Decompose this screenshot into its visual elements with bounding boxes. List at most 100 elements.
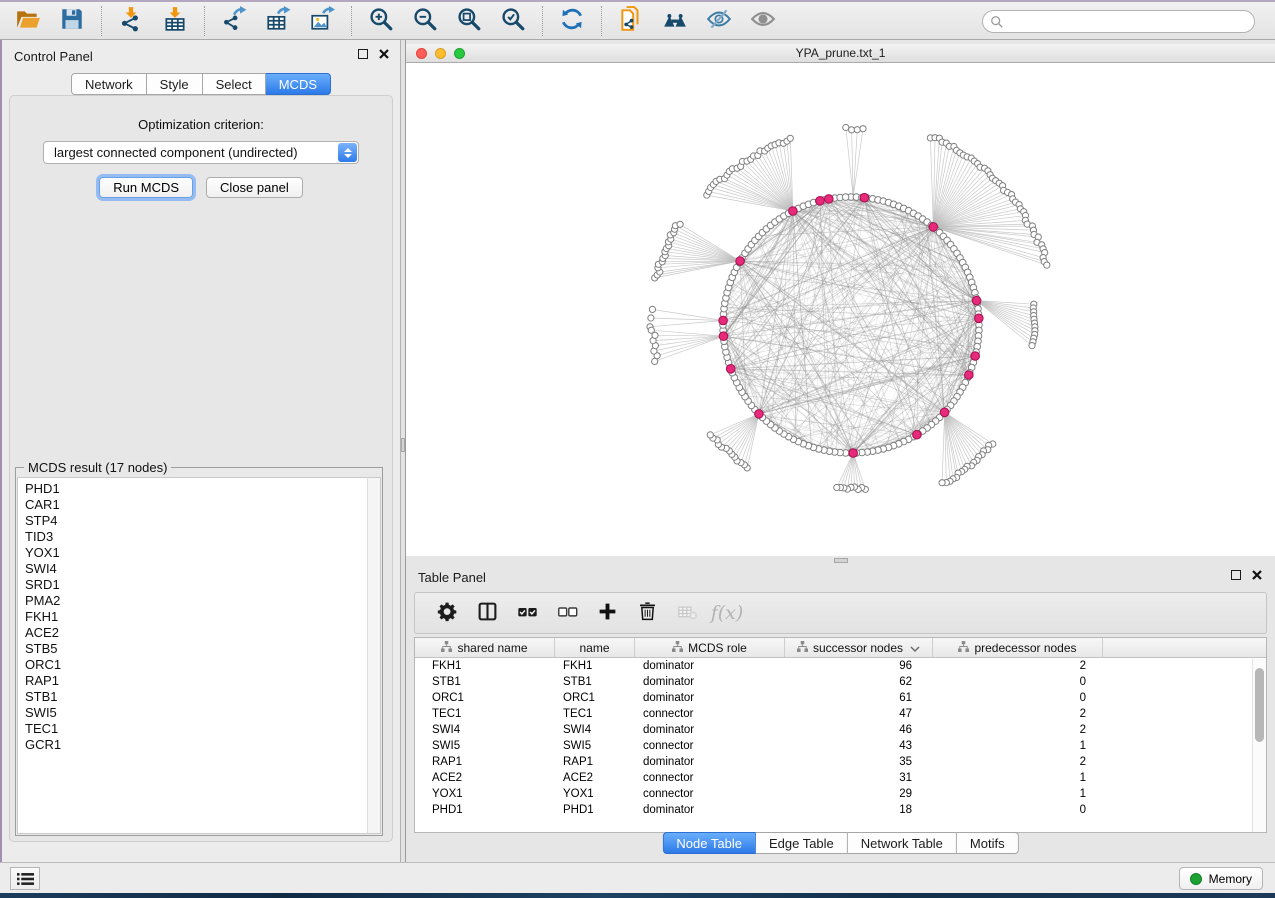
optimization-criterion-select[interactable]: largest connected component (undirected) xyxy=(43,141,359,164)
table-row[interactable]: ORC1ORC1dominator610 xyxy=(415,690,1266,706)
window-minimize-icon[interactable] xyxy=(435,48,446,59)
import-network-button[interactable] xyxy=(115,5,147,37)
network-from-selection-button[interactable] xyxy=(615,5,647,37)
table-row[interactable]: SWI4SWI4dominator462 xyxy=(415,722,1266,738)
mcds-node[interactable] xyxy=(940,408,949,417)
window-close-icon[interactable] xyxy=(416,48,427,59)
network-node[interactable] xyxy=(707,432,713,438)
mcds-result-list[interactable]: PHD1CAR1STP4TID3YOX1SWI4SRD1PMA2FKH1ACE2… xyxy=(17,477,381,834)
mcds-result-item[interactable]: TEC1 xyxy=(25,721,380,737)
network-node[interactable] xyxy=(787,135,793,141)
close-panel-button[interactable] xyxy=(379,49,389,59)
table-row[interactable]: YOX1YOX1connector291 xyxy=(415,786,1266,802)
task-history-button[interactable] xyxy=(10,867,40,890)
divider-grip[interactable] xyxy=(401,438,405,452)
export-image-button[interactable] xyxy=(306,5,338,37)
mcds-result-item[interactable]: SWI4 xyxy=(25,561,380,577)
search-input[interactable] xyxy=(1009,12,1254,31)
column-header-predecessor-nodes[interactable]: predecessor nodes xyxy=(933,638,1103,657)
mcds-result-item[interactable]: STP4 xyxy=(25,513,380,529)
mcds-node[interactable] xyxy=(965,371,974,380)
network-node[interactable] xyxy=(842,194,849,201)
column-header-MCDS-role[interactable]: MCDS role xyxy=(635,638,785,657)
mcds-node[interactable] xyxy=(913,430,922,439)
import-table-button[interactable] xyxy=(159,5,191,37)
mcds-result-item[interactable]: SWI5 xyxy=(25,705,380,721)
table-row[interactable]: ACE2ACE2connector311 xyxy=(415,770,1266,786)
mcds-node[interactable] xyxy=(975,314,984,323)
table-row[interactable]: PHD1PHD1dominator180 xyxy=(415,802,1266,818)
table-row[interactable]: FKH1FKH1dominator962 xyxy=(415,658,1266,674)
network-canvas[interactable] xyxy=(406,63,1275,556)
network-node[interactable] xyxy=(1044,262,1050,268)
deselect-all-columns-button[interactable] xyxy=(555,601,579,625)
mcds-result-item[interactable]: TID3 xyxy=(25,529,380,545)
mcds-node[interactable] xyxy=(929,223,938,232)
network-node[interactable] xyxy=(843,124,849,130)
mcds-node[interactable] xyxy=(719,316,728,325)
tab-node-table[interactable]: Node Table xyxy=(662,832,756,854)
tab-edge-table[interactable]: Edge Table xyxy=(756,832,848,854)
hide-selected-button[interactable] xyxy=(703,5,735,37)
network-node[interactable] xyxy=(677,221,683,227)
mcds-result-item[interactable]: RAP1 xyxy=(25,673,380,689)
tab-select[interactable]: Select xyxy=(203,73,266,95)
mcds-node[interactable] xyxy=(816,197,825,206)
mcds-node[interactable] xyxy=(789,207,798,216)
mcds-node[interactable] xyxy=(726,365,735,374)
float-table-panel-button[interactable] xyxy=(1231,570,1241,580)
toggle-columns-button[interactable] xyxy=(475,601,499,625)
add-column-button[interactable] xyxy=(595,601,619,625)
float-panel-button[interactable] xyxy=(358,49,368,59)
close-panel-button-mcds[interactable]: Close panel xyxy=(206,177,303,198)
mcds-node[interactable] xyxy=(736,257,745,266)
first-neighbors-button[interactable] xyxy=(659,5,691,37)
apply-layout-button[interactable] xyxy=(556,5,588,37)
tab-network-table[interactable]: Network Table xyxy=(848,832,957,854)
close-table-panel-button[interactable] xyxy=(1252,570,1262,580)
mcds-node[interactable] xyxy=(719,332,728,341)
save-session-button[interactable] xyxy=(56,5,88,37)
mcds-result-item[interactable]: SRD1 xyxy=(25,577,380,593)
show-hidden-button[interactable] xyxy=(747,5,779,37)
mcds-node[interactable] xyxy=(825,195,834,204)
column-header-shared-name[interactable]: shared name xyxy=(415,638,555,657)
tab-motifs[interactable]: Motifs xyxy=(957,832,1019,854)
mcds-result-item[interactable]: PMA2 xyxy=(25,593,380,609)
export-network-button[interactable] xyxy=(218,5,250,37)
network-window-titlebar[interactable]: YPA_prune.txt_1 xyxy=(406,44,1275,63)
tab-mcds[interactable]: MCDS xyxy=(266,73,331,95)
mcds-node[interactable] xyxy=(849,449,858,458)
network-node[interactable] xyxy=(648,315,654,321)
mcds-result-item[interactable]: STB5 xyxy=(25,641,380,657)
mcds-result-item[interactable]: STB1 xyxy=(25,689,380,705)
mcds-result-item[interactable]: FKH1 xyxy=(25,609,380,625)
mcds-result-item[interactable]: GCR1 xyxy=(25,737,380,753)
mcds-node[interactable] xyxy=(755,410,764,419)
window-zoom-icon[interactable] xyxy=(454,48,465,59)
network-node[interactable] xyxy=(860,126,866,132)
mcds-result-scrollbar[interactable] xyxy=(367,477,381,834)
export-table-button[interactable] xyxy=(262,5,294,37)
mcds-node[interactable] xyxy=(972,296,981,305)
table-row[interactable]: TEC1TEC1connector472 xyxy=(415,706,1266,722)
network-node[interactable] xyxy=(648,327,654,333)
network-node[interactable] xyxy=(649,306,655,312)
mcds-result-item[interactable]: YOX1 xyxy=(25,545,380,561)
mcds-result-item[interactable]: PHD1 xyxy=(25,481,380,497)
tab-style[interactable]: Style xyxy=(147,73,203,95)
zoom-in-button[interactable] xyxy=(365,5,397,37)
table-scrollbar[interactable] xyxy=(1252,659,1266,832)
column-header-name[interactable]: name xyxy=(555,638,635,657)
mcds-result-item[interactable]: CAR1 xyxy=(25,497,380,513)
zoom-selected-button[interactable] xyxy=(497,5,529,37)
settings-button[interactable] xyxy=(435,601,459,625)
network-node[interactable] xyxy=(1029,343,1035,349)
mcds-result-item[interactable]: ACE2 xyxy=(25,625,380,641)
open-file-button[interactable] xyxy=(12,5,44,37)
select-all-columns-button[interactable] xyxy=(515,601,539,625)
mcds-node[interactable] xyxy=(971,352,980,361)
mcds-result-item[interactable]: ORC1 xyxy=(25,657,380,673)
zoom-fit-button[interactable] xyxy=(453,5,485,37)
table-row[interactable]: RAP1RAP1dominator352 xyxy=(415,754,1266,770)
